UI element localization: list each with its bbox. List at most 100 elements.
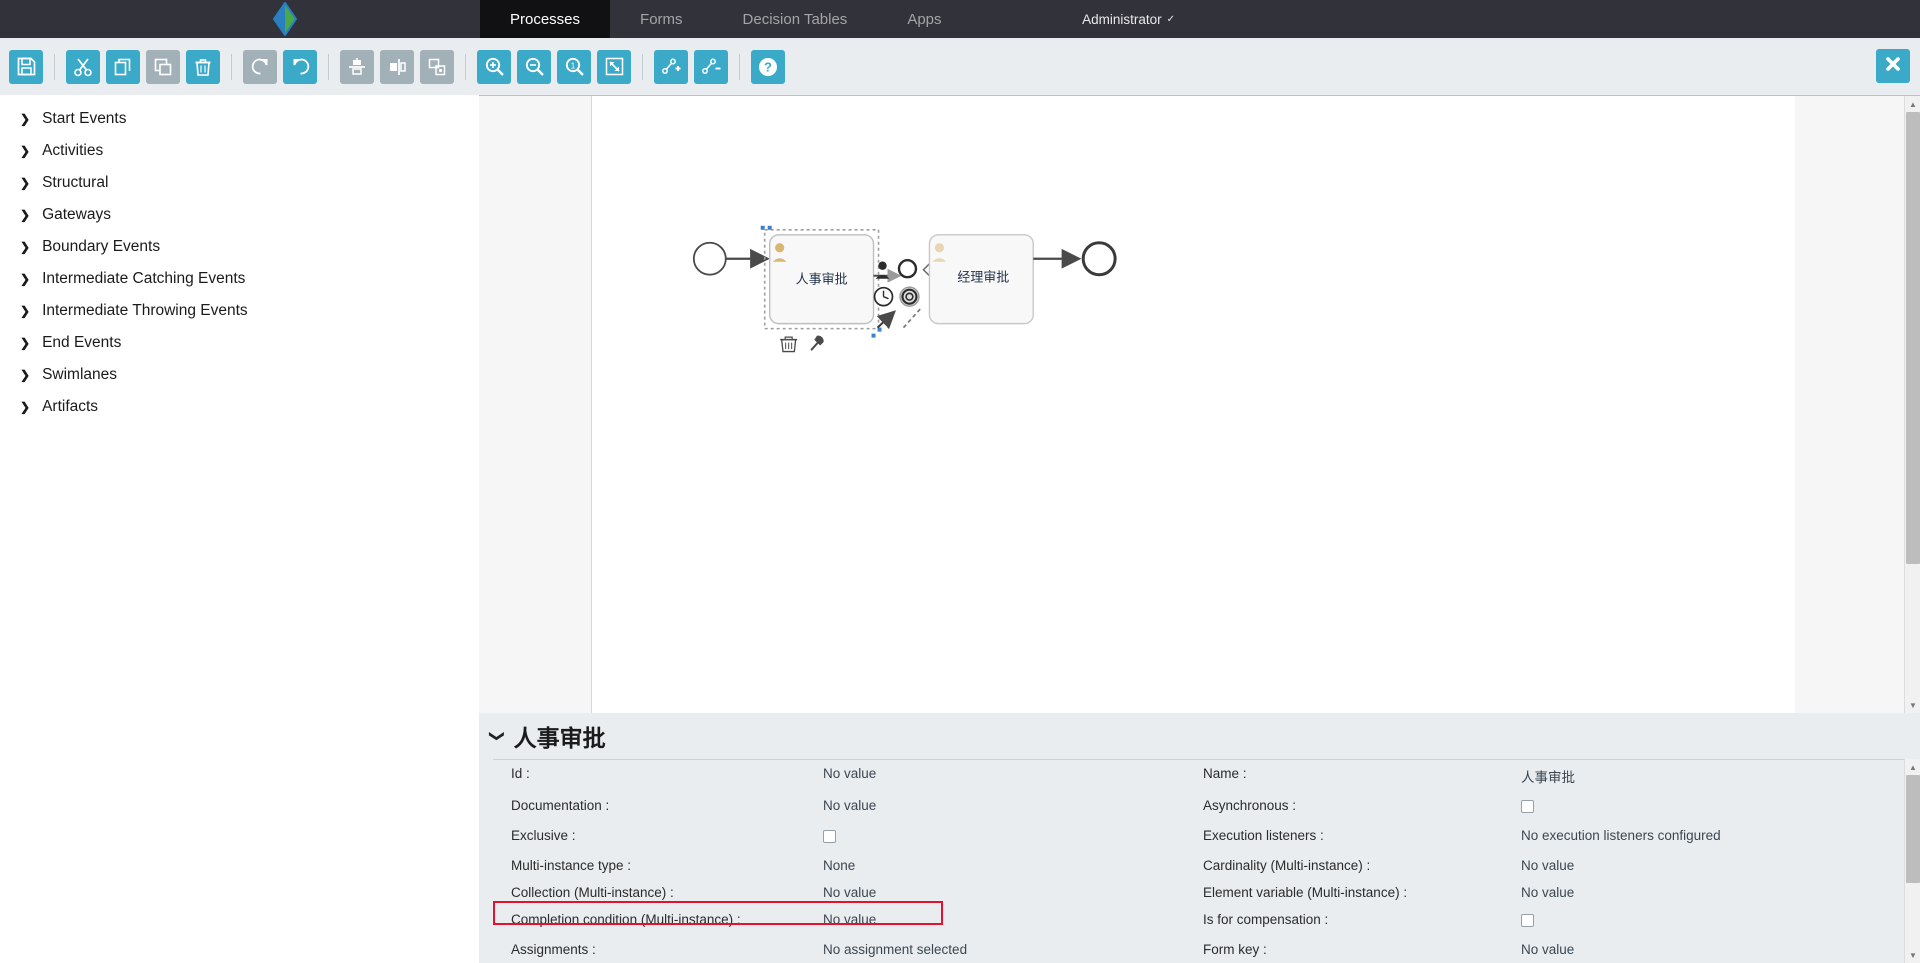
bpmn-canvas[interactable]: ❯ ❮ 人事审批 bbox=[479, 95, 1920, 713]
help-button[interactable]: ? bbox=[751, 49, 785, 84]
help-question-icon: ? bbox=[757, 56, 779, 78]
delete-button[interactable] bbox=[186, 49, 220, 84]
align-horizontal-button[interactable] bbox=[380, 49, 414, 84]
remove-bendpoint-icon bbox=[701, 56, 722, 77]
toolbar-divider bbox=[739, 53, 740, 80]
toolbar-divider bbox=[54, 53, 55, 80]
align-vertical-button[interactable] bbox=[340, 49, 374, 84]
delete-element-icon[interactable] bbox=[780, 336, 798, 353]
chevron-right-icon: ❯ bbox=[20, 272, 31, 286]
properties-panel: ❯ 人事审批 Id : No value Name : 人事审批 Documen… bbox=[479, 713, 1920, 963]
palette-group-intermediate-catching-events[interactable]: ❯ Intermediate Catching Events bbox=[0, 263, 479, 295]
palette-group-label: End Events bbox=[42, 334, 122, 351]
palette-group-swimlanes[interactable]: ❯ Swimlanes bbox=[0, 359, 479, 391]
quick-association-icon[interactable] bbox=[902, 307, 923, 329]
bpmn-start-event bbox=[692, 241, 727, 276]
scroll-up-arrow-icon[interactable]: ▲ bbox=[1905, 96, 1920, 112]
save-button[interactable] bbox=[9, 49, 43, 84]
bpmn-user-task-2-label: 经理审批 bbox=[957, 270, 1009, 285]
zoom-actual-size-icon: 1 bbox=[564, 56, 585, 77]
align-horizontal-icon bbox=[387, 57, 407, 77]
property-value-form-key[interactable]: No value bbox=[1521, 936, 1903, 963]
zoom-actual-button[interactable]: 1 bbox=[557, 49, 591, 84]
properties-table: Id : No value Name : 人事审批 Documentation … bbox=[493, 759, 1920, 963]
palette-group-label: Artifacts bbox=[42, 398, 99, 415]
scroll-up-arrow-icon[interactable]: ▲ bbox=[1905, 759, 1920, 775]
zoom-in-icon bbox=[484, 56, 505, 77]
edit-element-icon[interactable] bbox=[810, 335, 824, 351]
zoom-in-button[interactable] bbox=[477, 49, 511, 84]
main-nav-tabs: Processes Forms Decision Tables Apps bbox=[480, 0, 972, 47]
property-label-is-for-compensation: Is for compensation : bbox=[1203, 912, 1329, 927]
palette-group-label: Intermediate Catching Events bbox=[42, 270, 246, 287]
canvas-vertical-scrollbar[interactable]: ▲ ▼ bbox=[1904, 96, 1920, 713]
properties-scrollbar-thumb[interactable] bbox=[1906, 775, 1920, 883]
canvas-scrollbar-thumb[interactable] bbox=[1906, 112, 1920, 564]
property-value-name[interactable]: 人事审批 bbox=[1521, 760, 1903, 792]
property-value-documentation[interactable]: No value bbox=[823, 792, 1185, 822]
quick-sequence-flow-icon[interactable] bbox=[876, 310, 896, 330]
is-for-compensation-checkbox[interactable] bbox=[1521, 914, 1534, 927]
undo-button[interactable] bbox=[283, 49, 317, 84]
quick-morph-end-icon[interactable] bbox=[899, 286, 920, 307]
palette-group-end-events[interactable]: ❯ End Events bbox=[0, 327, 479, 359]
palette-group-artifacts[interactable]: ❯ Artifacts bbox=[0, 391, 479, 423]
trash-icon bbox=[193, 57, 213, 77]
toolbar-divider bbox=[465, 53, 466, 80]
chevron-right-icon: ❯ bbox=[20, 208, 31, 222]
zoom-out-icon bbox=[524, 56, 545, 77]
property-value-asynchronous bbox=[1521, 792, 1903, 822]
asynchronous-checkbox[interactable] bbox=[1521, 800, 1534, 813]
same-size-button[interactable] bbox=[420, 49, 454, 84]
tab-processes[interactable]: Processes bbox=[480, 0, 611, 47]
copy-icon bbox=[113, 57, 133, 77]
property-value-cardinality[interactable]: No value bbox=[1521, 852, 1903, 879]
palette-group-label: Start Events bbox=[42, 110, 127, 127]
redo-button[interactable] bbox=[243, 49, 277, 84]
same-size-icon bbox=[427, 57, 447, 77]
add-bendpoint-button[interactable] bbox=[654, 49, 688, 84]
property-value-assignments[interactable]: No assignment selected bbox=[823, 936, 1185, 963]
quick-morph-event-icon[interactable] bbox=[897, 259, 918, 279]
copy-button[interactable] bbox=[106, 49, 140, 84]
property-value-element-variable[interactable]: No value bbox=[1521, 879, 1903, 906]
property-value-execution-listeners[interactable]: No execution listeners configured bbox=[1521, 822, 1903, 852]
properties-panel-title: 人事审批 bbox=[513, 725, 606, 751]
property-value-collection[interactable]: No value bbox=[823, 879, 1185, 906]
property-label-completion-condition: Completion condition (Multi-instance) : bbox=[511, 912, 741, 927]
zoom-fit-button[interactable] bbox=[597, 49, 631, 84]
scroll-down-arrow-icon[interactable]: ▼ bbox=[1905, 947, 1920, 963]
quick-morph-timer-icon[interactable] bbox=[873, 286, 894, 307]
palette-group-activities[interactable]: ❯ Activities bbox=[0, 135, 479, 167]
align-vertical-icon bbox=[347, 57, 367, 77]
chevron-right-icon: ❯ bbox=[20, 240, 31, 254]
property-value-multi-instance-type[interactable]: None bbox=[823, 852, 1185, 879]
palette-group-intermediate-throwing-events[interactable]: ❯ Intermediate Throwing Events bbox=[0, 295, 479, 327]
palette-group-gateways[interactable]: ❯ Gateways bbox=[0, 199, 479, 231]
palette-group-start-events[interactable]: ❯ Start Events bbox=[0, 103, 479, 135]
property-value-completion-condition[interactable]: No value bbox=[823, 906, 1185, 936]
property-value-id[interactable]: No value bbox=[823, 760, 1185, 792]
cut-button[interactable] bbox=[66, 49, 100, 84]
properties-vertical-scrollbar[interactable]: ▲ ▼ bbox=[1904, 759, 1920, 963]
scroll-down-arrow-icon[interactable]: ▼ bbox=[1905, 697, 1920, 713]
palette-group-label: Gateways bbox=[42, 206, 111, 223]
tab-forms[interactable]: Forms bbox=[610, 0, 713, 38]
bpmn-diagram[interactable]: 人事审批 经理审批 bbox=[479, 96, 1920, 713]
diamond-logo-icon[interactable] bbox=[265, 0, 305, 38]
paste-button[interactable] bbox=[146, 49, 180, 84]
tab-apps[interactable]: Apps bbox=[877, 0, 971, 38]
tab-decision-tables[interactable]: Decision Tables bbox=[713, 0, 878, 38]
property-label-exclusive: Exclusive : bbox=[511, 828, 576, 843]
close-editor-button[interactable] bbox=[1876, 49, 1910, 83]
remove-bendpoint-button[interactable] bbox=[694, 49, 728, 84]
properties-panel-header[interactable]: ❯ 人事审批 bbox=[479, 713, 1920, 759]
paste-icon bbox=[153, 57, 173, 77]
svg-text:?: ? bbox=[764, 59, 772, 74]
palette-group-boundary-events[interactable]: ❯ Boundary Events bbox=[0, 231, 479, 263]
user-account-menu[interactable]: Administrator ✓ bbox=[1082, 0, 1175, 38]
exclusive-checkbox[interactable] bbox=[823, 830, 836, 843]
palette-group-structural[interactable]: ❯ Structural bbox=[0, 167, 479, 199]
chevron-right-icon: ❯ bbox=[20, 144, 31, 158]
zoom-out-button[interactable] bbox=[517, 49, 551, 84]
